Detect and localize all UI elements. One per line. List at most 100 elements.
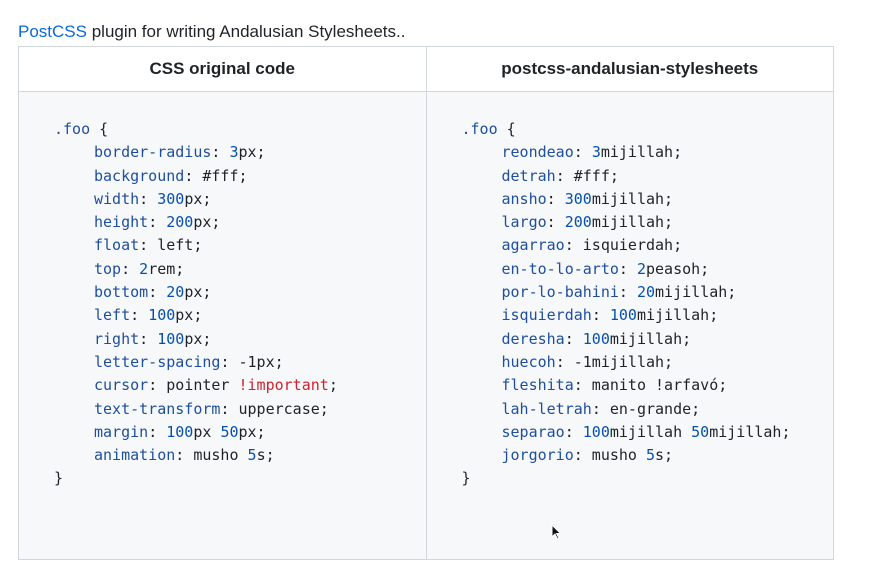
right-code-cell: .foo {reondeao: 3mijillah; detrah: #fff; a… bbox=[425, 91, 834, 560]
code-line: background: #fff; bbox=[54, 165, 426, 188]
code-number: 5 bbox=[247, 446, 257, 465]
code-property: detrah bbox=[501, 166, 556, 185]
code-line: cursor: pointer !important; bbox=[54, 374, 426, 397]
code-line: por-lo-bahini: 20mijillah; bbox=[462, 281, 834, 304]
code-colon: : bbox=[564, 329, 574, 348]
code-colon: : bbox=[546, 189, 556, 208]
code-colon: : bbox=[148, 422, 158, 441]
code-property: reondeao bbox=[501, 143, 574, 162]
code-value: #fff; bbox=[193, 166, 248, 185]
code-number: 100 bbox=[582, 422, 610, 441]
code-colon: : bbox=[564, 422, 574, 441]
header-css-original: CSS original code bbox=[18, 46, 427, 92]
code-colon: : bbox=[148, 376, 158, 395]
code-property: animation bbox=[94, 446, 176, 465]
code-property: ansho bbox=[501, 189, 547, 208]
code-number: 3 bbox=[591, 143, 601, 162]
code-number: 3 bbox=[229, 143, 239, 162]
code-value-tail: px; bbox=[238, 422, 266, 441]
code-line: isquierdah: 100mijillah; bbox=[462, 304, 834, 327]
code-value-tail: s; bbox=[256, 446, 275, 465]
intro-paragraph: PostCSS plugin for writing Andalusian St… bbox=[18, 22, 405, 42]
code-colon: : bbox=[573, 143, 583, 162]
code-property: por-lo-bahini bbox=[501, 283, 619, 302]
code-number: 2 bbox=[139, 259, 149, 278]
code-selector: .foo bbox=[54, 120, 91, 138]
code-value: rem; bbox=[148, 259, 185, 278]
code-number: 100 bbox=[582, 329, 610, 348]
code-value: px; bbox=[184, 329, 212, 348]
code-property: background bbox=[94, 166, 185, 185]
code-colon: : bbox=[555, 352, 565, 371]
code-line: lah-letrah: en-grande; bbox=[462, 398, 834, 421]
code-line: } bbox=[54, 467, 426, 490]
code-colon: : bbox=[591, 399, 601, 418]
code-colon: : bbox=[184, 166, 194, 185]
code-value: px bbox=[193, 422, 221, 441]
code-line: left: 100px; bbox=[54, 304, 426, 327]
code-value-tail: ; bbox=[328, 376, 338, 395]
code-line: height: 200px; bbox=[54, 211, 426, 234]
header-andalusian: postcss-andalusian-stylesheets bbox=[425, 46, 834, 92]
code-property: jorgorio bbox=[501, 446, 574, 465]
code-line: right: 100px; bbox=[54, 328, 426, 351]
code-colon: : bbox=[139, 189, 149, 208]
code-property: fleshita bbox=[501, 376, 574, 395]
code-colon: : bbox=[573, 376, 583, 395]
code-line: largo: 200mijillah; bbox=[462, 211, 834, 234]
code-value: pointer bbox=[157, 376, 239, 395]
code-line: detrah: #fff; bbox=[462, 165, 834, 188]
code-number: 300 bbox=[564, 189, 592, 208]
code-property: margin bbox=[94, 422, 149, 441]
left-code-cell: .foo {border-radius: 3px; background: #ff… bbox=[18, 91, 427, 560]
code-value: #fff; bbox=[564, 166, 619, 185]
code-line: agarrao: isquierdah; bbox=[462, 234, 834, 257]
code-colon: : bbox=[618, 283, 628, 302]
code-number: 100 bbox=[609, 306, 637, 325]
code-value: left; bbox=[148, 236, 203, 255]
code-colon: : bbox=[564, 236, 574, 255]
code-number: 50 bbox=[220, 422, 239, 441]
code-number: 200 bbox=[564, 213, 592, 232]
code-property: width bbox=[94, 189, 140, 208]
code-number: 300 bbox=[157, 189, 185, 208]
code-colon: : bbox=[618, 259, 628, 278]
code-line: } bbox=[462, 467, 834, 490]
code-line: huecoh: -1mijillah; bbox=[462, 351, 834, 374]
code-value: en-grande; bbox=[600, 399, 701, 418]
code-line: top: 2rem; bbox=[54, 258, 426, 281]
code-number: 2 bbox=[636, 259, 646, 278]
code-value: -1mijillah; bbox=[564, 352, 674, 371]
code-line: letter-spacing: -1px; bbox=[54, 351, 426, 374]
code-important: !important bbox=[238, 376, 329, 395]
code-line: animation: musho 5s; bbox=[54, 444, 426, 467]
code-property: right bbox=[94, 329, 140, 348]
code-colon: : bbox=[573, 446, 583, 465]
code-colon: : bbox=[130, 306, 140, 325]
code-line: bottom: 20px; bbox=[54, 281, 426, 304]
code-value: mijillah; bbox=[655, 283, 737, 302]
code-number: 50 bbox=[691, 422, 710, 441]
code-line: separao: 100mijillah 50mijillah; bbox=[462, 421, 834, 444]
code-brace-close: } bbox=[461, 469, 471, 488]
code-number: 200 bbox=[166, 213, 194, 232]
code-value: peasoh; bbox=[646, 259, 710, 278]
postcss-link[interactable]: PostCSS bbox=[18, 22, 87, 41]
code-value: px; bbox=[238, 143, 266, 162]
code-property: left bbox=[94, 306, 131, 325]
code-brace-open: { bbox=[90, 120, 109, 138]
code-value: manito !arfavó; bbox=[582, 376, 728, 395]
code-value: isquierdah; bbox=[573, 236, 683, 255]
code-value: px; bbox=[184, 283, 212, 302]
code-line: jorgorio: musho 5s; bbox=[462, 444, 834, 467]
code-value: px; bbox=[175, 306, 203, 325]
code-value: -1px; bbox=[229, 352, 284, 371]
